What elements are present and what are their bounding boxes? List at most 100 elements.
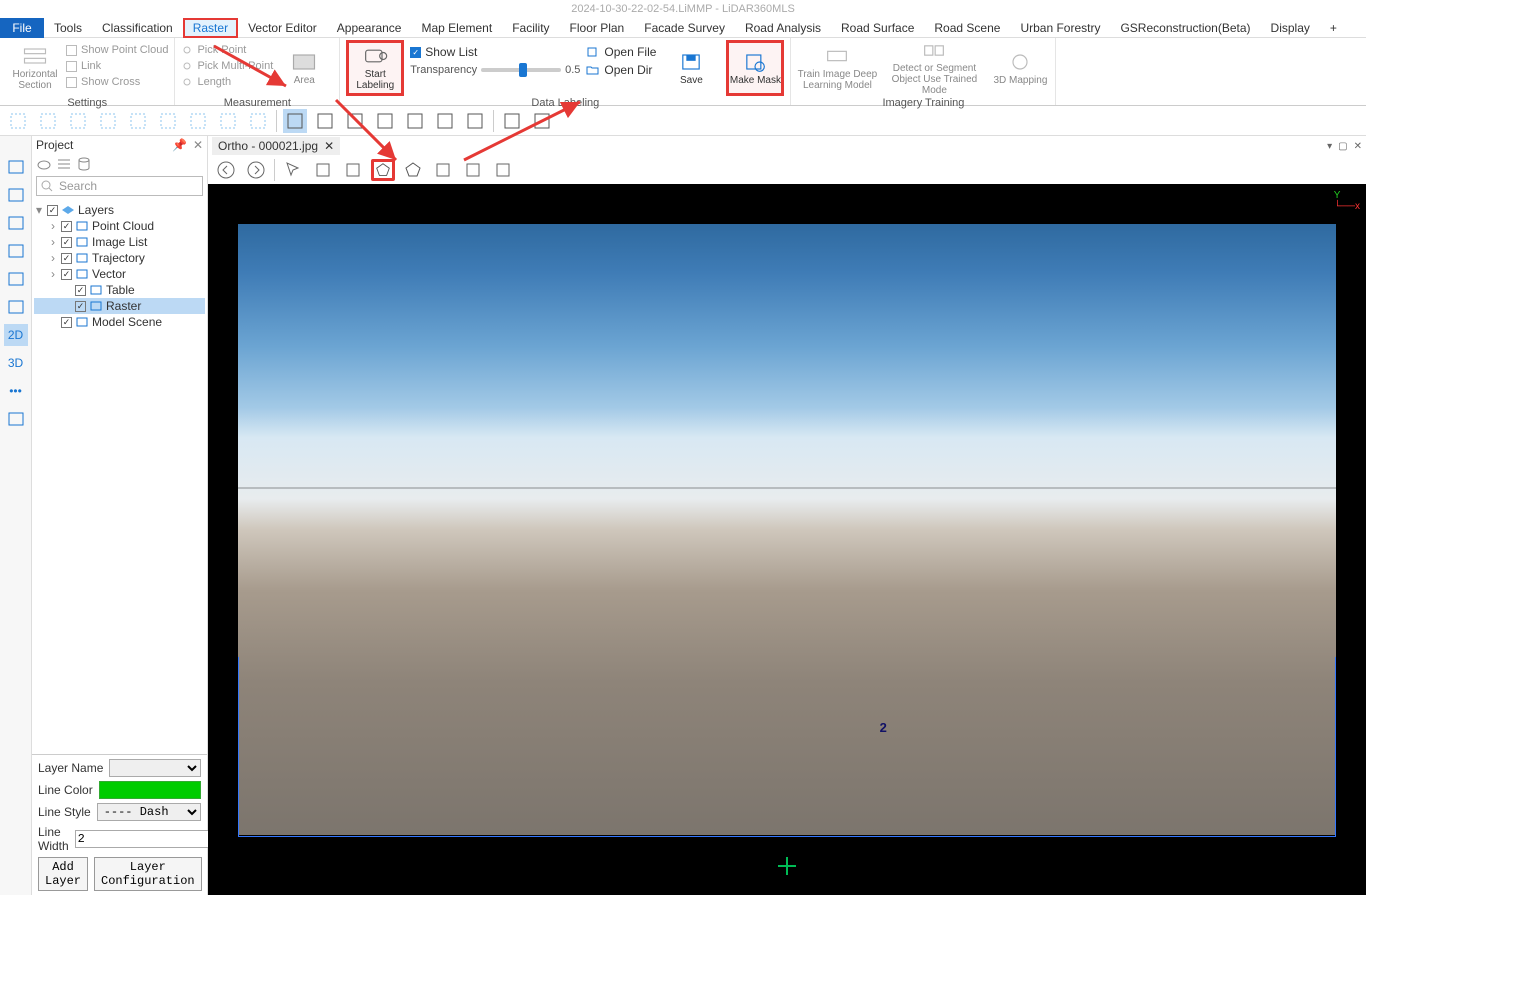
tab-close-icon[interactable]: ✕ [324, 139, 334, 153]
menu-item-urban-forestry[interactable]: Urban Forestry [1010, 18, 1110, 38]
cross-arrows-tool[interactable] [373, 109, 397, 133]
rail-2D[interactable]: 2D [4, 324, 28, 346]
file-menu[interactable]: File [0, 18, 44, 38]
transparency-slider[interactable] [481, 68, 561, 72]
menu-item-gsreconstruction-beta-[interactable]: GSReconstruction(Beta) [1110, 18, 1260, 38]
circle-tool[interactable] [126, 109, 150, 133]
tab-control[interactable]: ▢ [1338, 141, 1347, 152]
L-shape-tool[interactable] [463, 109, 487, 133]
tree-node-model-scene[interactable]: ✓Model Scene [34, 314, 205, 330]
viewer-tab-controls: ▾ ▢ ✕ [1327, 141, 1362, 152]
tree-node-raster[interactable]: ✓Raster [34, 298, 205, 314]
viewer-canvas[interactable]: 2 Y └──x [208, 184, 1366, 895]
add-layer-button[interactable]: Add Layer [38, 857, 88, 891]
reset-tool[interactable] [530, 109, 554, 133]
rail-3D[interactable]: 3D [4, 352, 28, 374]
forward-tool[interactable] [244, 159, 268, 181]
menu-item-facade-survey[interactable]: Facade Survey [634, 18, 735, 38]
db-icon[interactable] [76, 156, 92, 172]
menu-item-road-analysis[interactable]: Road Analysis [735, 18, 831, 38]
cursor-tool[interactable] [281, 159, 305, 181]
tree-node-trajectory[interactable]: ›✓Trajectory [34, 250, 205, 266]
menu-item--[interactable]: + [1320, 18, 1347, 38]
layer-name-field[interactable] [109, 759, 201, 777]
make-mask-button[interactable]: Make Mask [726, 40, 784, 96]
tree-node-image-list[interactable]: ›✓Image List [34, 234, 205, 250]
polygon-tool[interactable] [371, 159, 395, 181]
menu-item-floor-plan[interactable]: Floor Plan [560, 18, 635, 38]
show-list-checkbox[interactable]: ✓Show List [410, 44, 580, 60]
open-dir-button[interactable]: Open Dir [586, 62, 656, 78]
horizontal-section-button[interactable]: Horizontal Section [6, 40, 64, 96]
stack-icon[interactable] [56, 156, 72, 172]
rect-solid-tool[interactable] [283, 109, 307, 133]
area-button[interactable]: Area [275, 40, 333, 96]
rect-tool[interactable] [186, 109, 210, 133]
pill-add-tool[interactable] [461, 159, 485, 181]
measure-option[interactable]: Pick Point [181, 42, 273, 58]
menu-item-raster[interactable]: Raster [183, 18, 238, 38]
cross-tool[interactable] [500, 109, 524, 133]
menu-item-map-element[interactable]: Map Element [411, 18, 502, 38]
search-input[interactable]: Search [36, 176, 203, 196]
menu-item-facility[interactable]: Facility [502, 18, 559, 38]
measure-option[interactable]: Length [181, 74, 273, 90]
detect-segment-button[interactable]: Detect or Segment Object Use Trained Mod… [879, 40, 989, 96]
target-tool[interactable] [403, 109, 427, 133]
rect3-tool[interactable] [246, 109, 270, 133]
cloud-icon[interactable] [36, 156, 52, 172]
menu-item-display[interactable]: Display [1261, 18, 1320, 38]
tab-control[interactable]: ▾ [1327, 141, 1332, 152]
menu-item-vector-editor[interactable]: Vector Editor [238, 18, 327, 38]
menu-item-road-surface[interactable]: Road Surface [831, 18, 924, 38]
tree-root-layers[interactable]: ▾✓Layers [34, 202, 205, 218]
pentagon-tool[interactable] [66, 109, 90, 133]
rail-dots[interactable]: ••• [4, 380, 28, 402]
oval-tool[interactable] [156, 109, 180, 133]
rail-arrows[interactable] [4, 268, 28, 290]
graph-tool[interactable] [6, 109, 30, 133]
fill-sel-tool[interactable] [341, 159, 365, 181]
rail-ED[interactable] [4, 184, 28, 206]
back-tool[interactable] [214, 159, 238, 181]
rect2-tool[interactable] [216, 109, 240, 133]
line-color-swatch[interactable] [99, 781, 201, 799]
close-icon[interactable]: ✕ [193, 138, 203, 152]
burst-tool[interactable] [433, 109, 457, 133]
start-labeling-button[interactable]: Start Labeling [346, 40, 404, 96]
poly-add-tool[interactable] [431, 159, 455, 181]
ribbon-group-title: Data Labeling [346, 96, 784, 109]
rail-img[interactable] [4, 408, 28, 430]
polygon2-tool[interactable] [401, 159, 425, 181]
open-file-button[interactable]: Open File [586, 44, 656, 60]
tab-control[interactable]: ✕ [1354, 141, 1362, 152]
save-button[interactable]: Save [662, 40, 720, 96]
rail-H[interactable] [4, 156, 28, 178]
layer-config-button[interactable]: Layer Configuration [94, 857, 202, 891]
annotate-tool[interactable] [491, 159, 515, 181]
square-tool[interactable] [96, 109, 120, 133]
menu-item-road-scene[interactable]: Road Scene [924, 18, 1010, 38]
line-style-field[interactable]: ---- Dash [97, 803, 201, 821]
tree-node-table[interactable]: ✓Table [34, 282, 205, 298]
settings-option[interactable]: Show Point Cloud [66, 42, 168, 58]
settings-option[interactable]: Link [66, 58, 168, 74]
measure-option[interactable]: Pick Multi-Point [181, 58, 273, 74]
menu-item-tools[interactable]: Tools [44, 18, 92, 38]
graph2-tool[interactable] [36, 109, 60, 133]
rail-cube[interactable] [4, 240, 28, 262]
rail-Xray[interactable] [4, 212, 28, 234]
settings-option[interactable]: Show Cross [66, 74, 168, 90]
menu-item-classification[interactable]: Classification [92, 18, 183, 38]
train-model-button[interactable]: Train Image Deep Learning Model [797, 40, 877, 96]
rect-sel-tool[interactable] [311, 159, 335, 181]
menu-item-appearance[interactable]: Appearance [327, 18, 412, 38]
rail-box[interactable] [4, 296, 28, 318]
x-shape-tool[interactable] [343, 109, 367, 133]
tree-node-point-cloud[interactable]: ›✓Point Cloud [34, 218, 205, 234]
3d-mapping-button[interactable]: 3D Mapping [991, 40, 1049, 96]
tree-node-vector[interactable]: ›✓Vector [34, 266, 205, 282]
pin-icon[interactable]: 📌 [172, 138, 187, 152]
hourglass-tool[interactable] [313, 109, 337, 133]
viewer-tab[interactable]: Ortho - 000021.jpg ✕ [212, 137, 340, 155]
